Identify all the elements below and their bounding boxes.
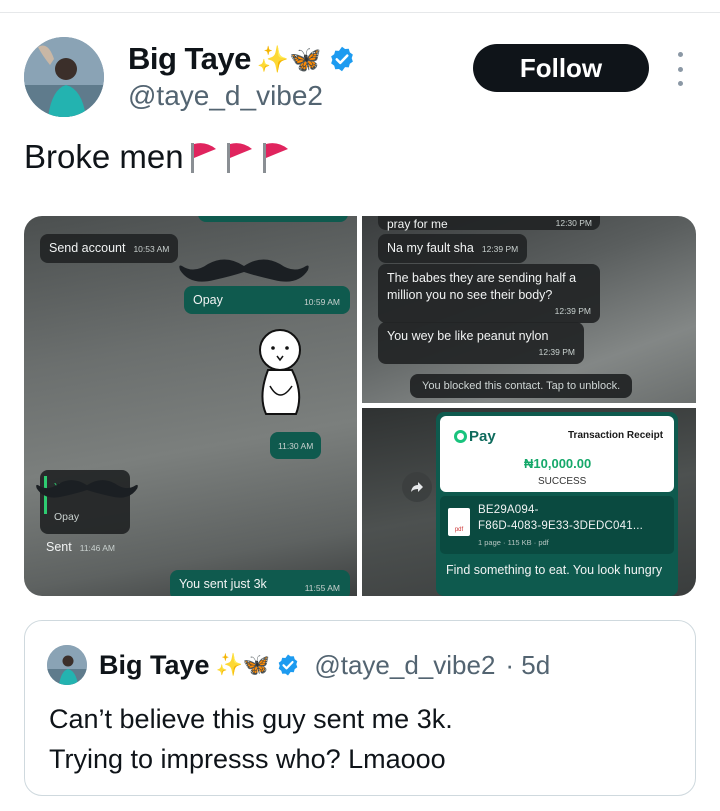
receipt-status: SUCCESS [538,476,587,487]
blocked-contact-note: You blocked this contact. Tap to unblock… [410,374,633,398]
quoted-name-emoji: ✨🦋 [215,652,271,677]
tweet-text: Broke men [24,138,292,176]
follow-button[interactable]: Follow [473,44,649,92]
author-name-row: Big Taye ✨🦋 [128,40,356,78]
chat-bubble-sent: You sent just 3k 11:55 AM [170,570,350,596]
chat-bubble-sent-time: 11:30 AM [270,432,322,459]
receipt-message: Pay Transaction Receipt ₦10,000.00 SUCCE… [436,412,678,596]
tweet-body: Broke men [24,138,184,175]
chat-bubble-received: You wey be like peanut nylon 12:39 PM [378,322,584,365]
avatar-photo [24,37,104,117]
receipt-caption: Find something to eat. You look hungry [446,563,663,577]
chat-message-sent-received: Sent 11:46 AM [46,540,116,554]
file-name-line1: BE29A094- [478,504,539,516]
opay-logo-icon [454,430,467,443]
verified-badge-icon [279,654,298,676]
quoted-age[interactable]: · 5d [505,650,550,681]
chat-bubble-received: The babes they are sending half a millio… [378,264,600,324]
quoted-tweet[interactable]: Big Taye ✨🦋 @taye_d_vibe2 · 5d Can’t bel… [24,620,696,796]
pdf-file-icon: pdf [448,508,470,536]
author-avatar[interactable] [24,37,104,117]
top-divider [0,12,720,13]
media-image-left[interactable]: Send account 10:53 AM Opay 10:59 AM 11:30… [24,216,357,596]
verified-badge-icon [330,46,353,72]
chat-bubble-received: Na my fault sha 12:39 PM [378,234,528,263]
file-meta: 1 page · 115 KB · pdf [478,538,549,547]
author-name-emoji: ✨🦋 [256,44,322,74]
receipt-amount: ₦10,000.00 [524,456,592,471]
file-name-line2: F86D-4083-9E33-3DEDC041... [478,520,644,532]
quoted-handle[interactable]: @taye_d_vibe2 [314,650,495,681]
forward-share-icon [402,472,432,502]
author-handle[interactable]: @taye_d_vibe2 [128,80,323,112]
receipt-card: Pay Transaction Receipt ₦10,000.00 SUCCE… [440,416,674,492]
pdf-attachment: pdf BE29A094- F86D-4083-9E33-3DEDC041...… [440,496,674,554]
media-image-top-right[interactable]: pray for me 12:30 PM Na my fault sha 12:3… [362,216,696,403]
receipt-title: Transaction Receipt [568,430,664,441]
quoted-tweet-text: Can’t believe this guy sent me 3k. Tryin… [49,699,453,779]
avatar-photo [47,645,87,685]
media-grid[interactable]: Send account 10:53 AM Opay 10:59 AM 11:30… [24,216,696,596]
red-flag-icon [190,143,216,173]
opay-logo: Pay [454,428,496,445]
doodle-sticker-icon [259,329,301,415]
author-display-name[interactable]: Big Taye [128,41,251,77]
chat-bubble-received: pray for me 12:30 PM [378,216,600,231]
quoted-text-line2: Trying to impresss who? Lmaooo [49,744,446,774]
chat-bubble-cut [198,216,348,222]
red-flag-icon [262,143,288,173]
mustache-sticker-icon [36,480,138,498]
chat-bubble-sent: Opay 10:59 AM [184,286,350,314]
quoted-author-avatar[interactable] [47,645,87,685]
quoted-display-name[interactable]: Big Taye [99,650,210,681]
red-flag-icon [226,143,252,173]
chat-bubble-received: Send account 10:53 AM [40,234,179,263]
quoted-text-line1: Can’t believe this guy sent me 3k. [49,704,453,734]
quoted-header: Big Taye ✨🦋 @taye_d_vibe2 · 5d [99,647,550,683]
media-image-bottom-right[interactable]: Pay Transaction Receipt ₦10,000.00 SUCCE… [362,408,696,596]
more-options-icon[interactable] [670,52,690,86]
